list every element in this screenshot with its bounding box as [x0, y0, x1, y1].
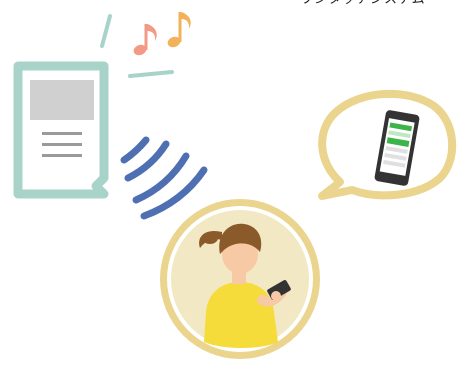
illustration-canvas: [13, 12, 456, 359]
wireless-signal-icon: [120, 136, 208, 220]
nfc-reader-device-icon: [13, 61, 109, 199]
top-caption: ワンタッチシステム: [300, 0, 470, 8]
speech-bubble: [318, 89, 456, 200]
illustration-scene: ワンタッチシステム: [0, 0, 470, 367]
music-note-icon: [133, 12, 191, 56]
